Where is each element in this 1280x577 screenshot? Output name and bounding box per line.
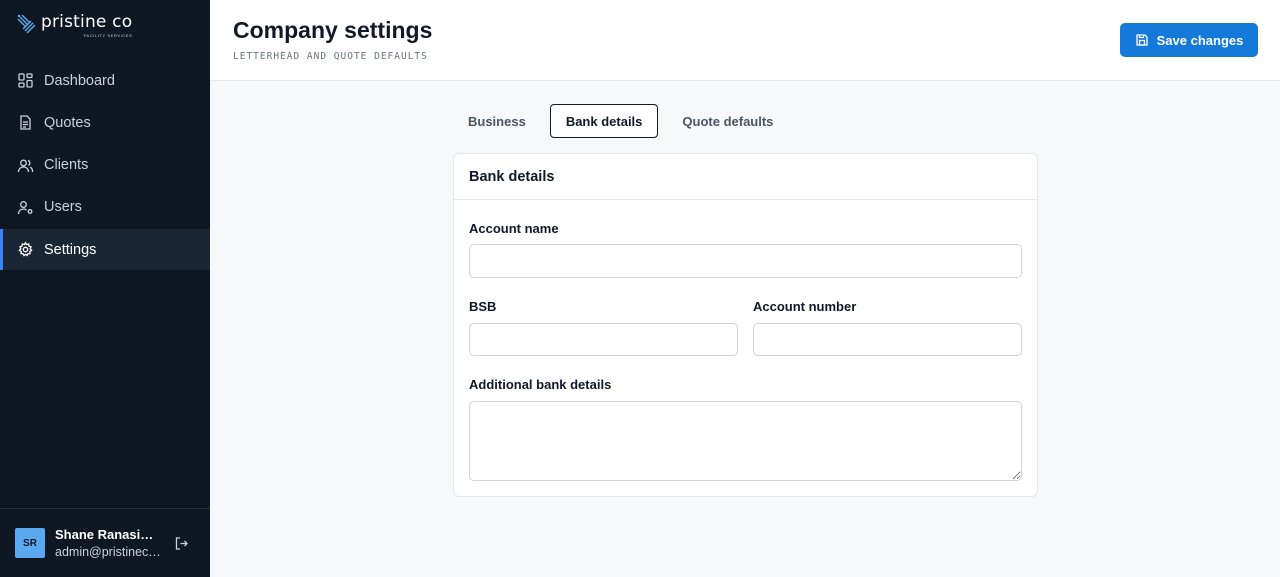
sidebar-item-label: Dashboard <box>44 72 115 89</box>
bsb-input[interactable] <box>469 323 738 356</box>
account-number-label: Account number <box>753 299 857 314</box>
tab-business[interactable]: Business <box>453 104 541 138</box>
brand-logo[interactable]: pristine co FACILITY SERVICES <box>15 12 132 38</box>
sidebar-item-label: Clients <box>44 157 89 174</box>
avatar[interactable]: SR <box>15 528 45 558</box>
additional-bank-details-label: Additional bank details <box>469 377 612 392</box>
logout-icon[interactable] <box>173 535 190 552</box>
save-button-label: Save changes <box>1156 32 1244 48</box>
sidebar-item-users[interactable]: Users <box>0 187 210 228</box>
bsb-label: BSB <box>469 299 497 314</box>
user-email: admin@pristineco.com.au <box>55 545 161 559</box>
user-name: Shane Ranasinghe <box>55 527 161 542</box>
tab-bank-details[interactable]: Bank details <box>549 104 659 138</box>
sidebar-item-clients[interactable]: Clients <box>0 145 210 186</box>
tab-quote-defaults[interactable]: Quote defaults <box>667 104 788 138</box>
bank-details-card: Bank details Account name BSB Account nu… <box>453 153 1038 497</box>
dashboard-icon <box>17 72 34 89</box>
sidebar-item-settings[interactable]: Settings <box>0 229 210 271</box>
user-profile: SR Shane Ranasinghe admin@pristineco.com… <box>0 508 210 577</box>
page-header: Company settings LETTERHEAD AND QUOTE DE… <box>210 0 1280 81</box>
logo-mark-icon <box>17 14 36 34</box>
document-icon <box>17 114 34 131</box>
sidebar-item-quotes[interactable]: Quotes <box>0 102 210 143</box>
brand-tagline: FACILITY SERVICES <box>83 33 133 38</box>
users-icon <box>17 157 34 174</box>
save-icon <box>1135 33 1149 47</box>
account-name-label: Account name <box>469 221 559 236</box>
card-title: Bank details <box>454 154 1037 200</box>
additional-bank-details-textarea[interactable] <box>469 401 1022 481</box>
page-subtitle: LETTERHEAD AND QUOTE DEFAULTS <box>233 51 428 62</box>
sidebar-item-label: Quotes <box>44 114 91 131</box>
save-button[interactable]: Save changes <box>1120 23 1258 57</box>
sidebar-item-label: Users <box>44 199 82 216</box>
account-name-input[interactable] <box>469 244 1022 278</box>
user-gear-icon <box>17 199 34 216</box>
sidebar-nav: Dashboard Quotes Clients Users Settings <box>0 60 210 271</box>
settings-tabs: Business Bank details Quote defaults <box>453 104 788 138</box>
account-number-input[interactable] <box>753 323 1022 356</box>
sidebar-item-dashboard[interactable]: Dashboard <box>0 60 210 101</box>
brand-name: pristine co <box>41 12 133 32</box>
page-title: Company settings <box>233 17 433 43</box>
sidebar-item-label: Settings <box>44 241 97 258</box>
sidebar: pristine co FACILITY SERVICES Dashboard … <box>0 0 210 577</box>
gear-icon <box>17 241 34 258</box>
